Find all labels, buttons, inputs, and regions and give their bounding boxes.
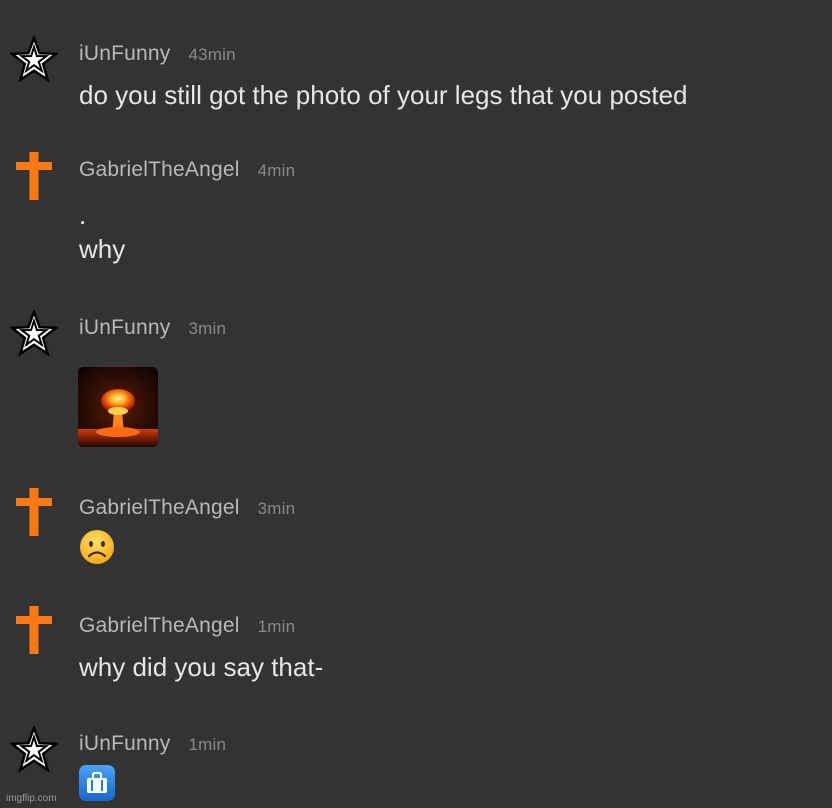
- username-label[interactable]: iUnFunny: [79, 316, 170, 339]
- message-text: .: [79, 200, 87, 230]
- timestamp: 3min: [257, 499, 296, 518]
- timestamp: 43min: [188, 45, 236, 64]
- username-label[interactable]: iUnFunny: [79, 732, 170, 755]
- avatar[interactable]: [10, 606, 58, 654]
- avatar[interactable]: [10, 152, 58, 200]
- frowning-face-icon: [78, 528, 116, 566]
- star-icon: [10, 310, 58, 357]
- username[interactable]: GabrielTheAngel 3min: [79, 496, 295, 520]
- avatar[interactable]: [10, 726, 58, 774]
- username-label[interactable]: GabrielTheAngel: [79, 614, 240, 637]
- star-icon: [10, 726, 58, 773]
- mushroom-cloud-image[interactable]: [78, 367, 158, 447]
- cross-icon: [16, 488, 52, 536]
- watermark: imgflip.com: [6, 793, 57, 804]
- username[interactable]: GabrielTheAngel 4min: [79, 158, 295, 182]
- avatar[interactable]: [10, 36, 58, 84]
- timestamp: 1min: [188, 735, 227, 754]
- timestamp: 1min: [257, 617, 296, 636]
- avatar[interactable]: [10, 488, 58, 536]
- cross-icon: [16, 606, 52, 654]
- username[interactable]: iUnFunny 1min: [79, 732, 226, 756]
- timestamp: 4min: [257, 161, 296, 180]
- username-label[interactable]: iUnFunny: [79, 42, 170, 65]
- message-text: do you still got the photo of your legs …: [79, 80, 688, 110]
- username[interactable]: iUnFunny 3min: [79, 316, 226, 340]
- username[interactable]: iUnFunny 43min: [79, 42, 236, 66]
- message-text: why did you say that-: [79, 652, 324, 682]
- message-text: why: [79, 234, 126, 264]
- star-icon: [10, 36, 58, 83]
- luggage-sign-icon: [78, 764, 116, 802]
- username-label[interactable]: GabrielTheAngel: [79, 496, 240, 519]
- avatar[interactable]: [10, 310, 58, 358]
- username[interactable]: GabrielTheAngel 1min: [79, 614, 295, 638]
- cross-icon: [16, 152, 52, 200]
- username-label[interactable]: GabrielTheAngel: [79, 158, 240, 181]
- timestamp: 3min: [188, 319, 227, 338]
